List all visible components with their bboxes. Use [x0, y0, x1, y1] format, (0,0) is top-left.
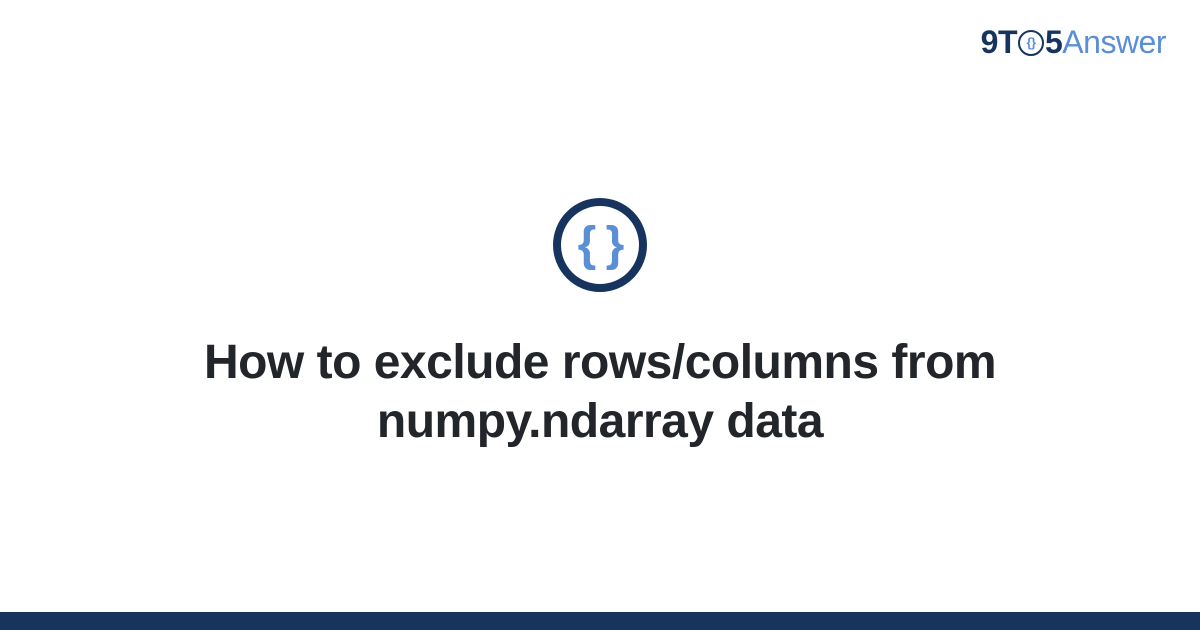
- logo-suffix: Answer: [1062, 24, 1166, 60]
- main-content: { } How to exclude rows/columns from num…: [0, 0, 1200, 630]
- site-logo: 9T {} 5Answer: [981, 24, 1166, 61]
- logo-mid: 5: [1045, 24, 1062, 60]
- footer-bar: [0, 612, 1200, 630]
- logo-prefix: 9T: [981, 24, 1017, 60]
- topic-icon: { }: [553, 198, 647, 292]
- logo-circle-inner: {}: [1026, 36, 1035, 49]
- page-title: How to exclude rows/columns from numpy.n…: [120, 334, 1080, 451]
- braces-icon: { }: [578, 221, 623, 269]
- logo-circle-icon: {}: [1018, 30, 1044, 56]
